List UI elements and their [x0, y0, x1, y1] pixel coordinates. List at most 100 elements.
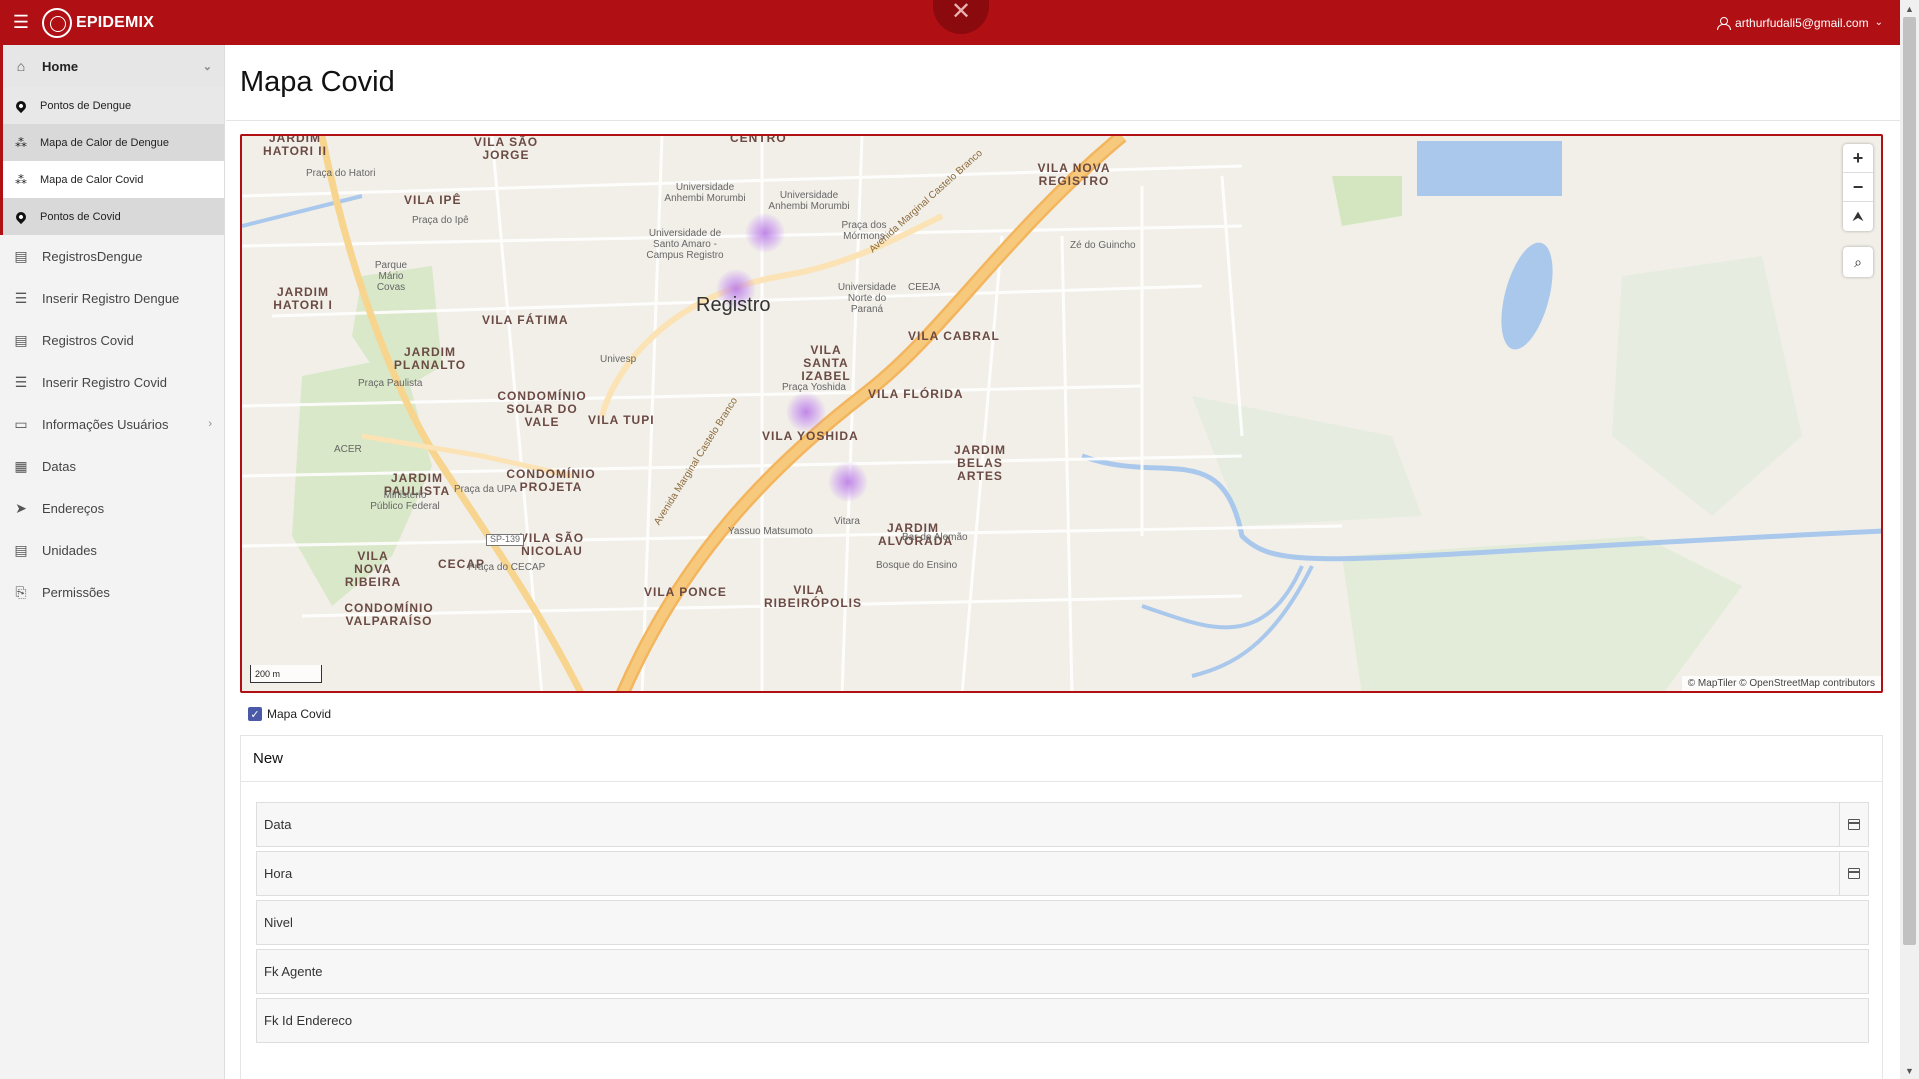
map-pin-icon [13, 209, 29, 224]
map-attribution[interactable]: © MapTiler © OpenStreetMap contributors [1681, 676, 1881, 691]
navigation-icon: ➤ [15, 499, 27, 516]
map-neighborhood-label: VILA NOVA REGISTRO [1037, 161, 1111, 189]
map-base-layer [242, 136, 1881, 691]
close-button[interactable]: ✕ [933, 0, 989, 34]
map-poi-label: Parque Mário Covas [374, 260, 408, 293]
hamburger-icon: ☰ [12, 12, 30, 32]
map-neighborhood-label: VILA IPÊ [404, 193, 462, 207]
map-view[interactable]: Registro JARDIM HATORI II VILA SÃO JORGE… [240, 134, 1883, 693]
map-neighborhood-label: VILA PONCE [644, 585, 727, 599]
map-city-label: Registro [696, 294, 771, 316]
sidebar-item-inserir-registro-covid[interactable]: ☰ Inserir Registro Covid [0, 361, 224, 403]
sidebar-subitem-pontos-dengue[interactable]: Pontos de Dengue [0, 87, 224, 124]
map-neighborhood-label: VILA RIBEIRÓPOLIS [764, 583, 863, 611]
main-content: Mapa Covid Registro JARDIM HATORI II VIL… [226, 45, 1900, 1079]
zoom-in-button[interactable]: + [1843, 144, 1873, 173]
user-icon [1717, 16, 1732, 30]
field-label: Fk Id Endereco [264, 1013, 353, 1028]
sidebar-item-label: Home [42, 58, 79, 74]
data-field[interactable]: Data [256, 802, 1869, 847]
sidebar-subitem-mapa-calor-dengue[interactable]: ⁂ Mapa de Calor de Dengue [0, 124, 224, 161]
sidebar-item-label: Informações Usuários [42, 416, 169, 432]
calendar-icon [1848, 819, 1860, 830]
map-poi-label: Bosque do Ensino [876, 560, 958, 571]
page-title: Mapa Covid [240, 66, 395, 98]
map-neighborhood-label: VILA SANTA IZABEL [801, 343, 851, 384]
map-neighborhood-label: CONDOMÍNIO PROJETA [506, 467, 596, 495]
app-logo[interactable]: EPIDEMIX [42, 7, 155, 38]
heatmap-point [745, 213, 785, 253]
sidebar-item-label: Pontos de Covid [40, 210, 121, 223]
layer-toggle[interactable]: ✓ Mapa Covid [248, 707, 331, 721]
user-menu[interactable]: arthurfudali5@gmail.com ⌄ [1717, 0, 1883, 45]
heatmap-point [786, 392, 826, 432]
geolocate-button[interactable]: ⌕ [1843, 247, 1873, 277]
map-scale: 200 m [250, 665, 322, 683]
table-icon: ▤ [14, 541, 28, 558]
calendar-icon [1848, 868, 1860, 879]
brand-name: EPIDEMIX [76, 13, 155, 31]
sidebar-item-label: Mapa de Calor Covid [40, 173, 144, 186]
user-email: arthurfudali5@gmail.com [1735, 15, 1869, 30]
field-label: Nivel [264, 915, 293, 930]
sidebar-item-datas[interactable]: ▦ Datas [0, 445, 224, 487]
map-neighborhood-label: CONDOMÍNIO VALPARAÍSO [344, 601, 434, 629]
map-poi-label: Praça do Hatori [306, 168, 376, 179]
sidebar-subitem-pontos-covid[interactable]: Pontos de Covid [0, 198, 224, 235]
new-record-form: New Data Hora Nivel Fk Agente Fk Id Ende… [240, 735, 1883, 1079]
map-poi-label: Universidade Anhembi Morumbi [664, 182, 746, 204]
map-neighborhood-label: JARDIM HATORI II [263, 134, 327, 159]
chevron-down-icon: ⌄ [1874, 17, 1883, 28]
clipboard-lock-icon: ⎘ [15, 583, 27, 600]
map-poi-label: Praça Paulista [358, 378, 423, 389]
field-label: Hora [264, 866, 293, 881]
nivel-field[interactable]: Nivel [256, 900, 1869, 945]
close-icon: ✕ [950, 0, 972, 25]
map-zoom-controls: + − ⮝ [1843, 144, 1873, 231]
map-neighborhood-label: VILA NOVA RIBEIRA [344, 549, 402, 590]
map-poi-label: Vitara [834, 516, 860, 527]
sidebar-item-informacoes-usuarios[interactable]: ▭ Informações Usuários › [0, 403, 224, 445]
heatmap-icon: ⁂ [15, 135, 27, 150]
home-icon: ⌂ [16, 58, 26, 74]
map-neighborhood-label: VILA SÃO JORGE [473, 135, 539, 163]
map-poi-label: Praça Yoshida [782, 382, 846, 393]
map-neighborhood-label: CONDOMÍNIO SOLAR DO VALE [497, 389, 587, 430]
sidebar-item-inserir-registro-dengue[interactable]: ☰ Inserir Registro Dengue [0, 277, 224, 319]
form-heading: New [241, 736, 1882, 782]
sidebar-item-registros-dengue[interactable]: ▤ RegistrosDengue [0, 235, 224, 277]
top-header: ☰ EPIDEMIX ✕ arthurfudali5@gmail.com ⌄ [0, 0, 1919, 45]
calendar-button[interactable] [1839, 852, 1868, 895]
sidebar-item-enderecos[interactable]: ➤ Endereços [0, 487, 224, 529]
scroll-thumb[interactable] [1903, 17, 1916, 945]
calendar-button[interactable] [1839, 803, 1868, 846]
sidebar-item-home[interactable]: ⌂ Home ⌄ [0, 45, 224, 87]
menu-toggle-button[interactable]: ☰ [0, 0, 42, 45]
hora-field[interactable]: Hora [256, 851, 1869, 896]
sidebar-item-permissoes[interactable]: ⎘ Permissões [0, 571, 224, 613]
map-poi-label: Praça do Ipê [412, 215, 469, 226]
map-pin-icon [13, 98, 29, 113]
page-scrollbar[interactable]: ▲ ▼ [1900, 0, 1919, 1079]
scroll-down-arrow-icon[interactable]: ▼ [1900, 1062, 1919, 1079]
map-neighborhood-label: VILA FLÓRIDA [868, 387, 964, 401]
heatmap-point [828, 462, 868, 502]
form-icon: ☰ [14, 373, 28, 390]
map-poi-label: Praça do CECAP [468, 562, 546, 573]
chevron-right-icon: › [208, 418, 212, 430]
map-poi-label: Universidade Norte do Paraná [837, 282, 897, 315]
zoom-out-button[interactable]: − [1843, 173, 1873, 202]
fk-id-endereco-field[interactable]: Fk Id Endereco [256, 998, 1869, 1043]
sidebar-item-label: Endereços [42, 500, 105, 516]
map-poi-label: Yassuo Matsumoto [728, 526, 813, 537]
checkbox-checked-icon[interactable]: ✓ [248, 707, 262, 721]
compass-button[interactable]: ⮝ [1843, 202, 1873, 231]
sidebar-item-registros-covid[interactable]: ▤ Registros Covid [0, 319, 224, 361]
calendar-icon: ▦ [14, 457, 28, 474]
sidebar-item-label: Inserir Registro Covid [42, 374, 167, 390]
sidebar-subitem-mapa-calor-covid[interactable]: ⁂ Mapa de Calor Covid [0, 161, 224, 198]
scroll-up-arrow-icon[interactable]: ▲ [1900, 0, 1919, 17]
sidebar-item-unidades[interactable]: ▤ Unidades [0, 529, 224, 571]
fk-agente-field[interactable]: Fk Agente [256, 949, 1869, 994]
sidebar-item-label: RegistrosDengue [42, 248, 143, 264]
